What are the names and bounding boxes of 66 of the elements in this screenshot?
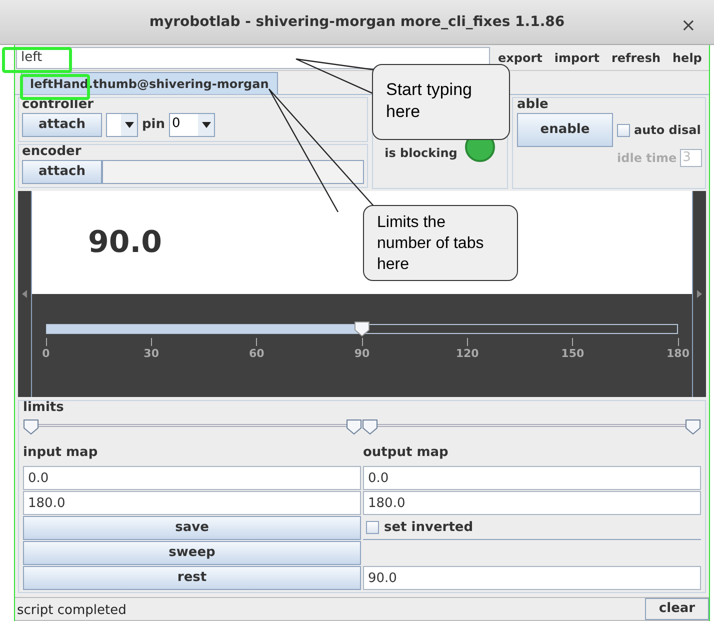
checkbox-label: set inverted (384, 518, 474, 537)
close-button[interactable]: × (680, 12, 696, 39)
output-max-field[interactable]: 180.0 (363, 491, 701, 515)
caret-icon (198, 114, 214, 136)
slider-thumb[interactable] (346, 419, 362, 435)
attach-button[interactable]: attach (22, 160, 102, 184)
input-map-label: input map (23, 444, 99, 462)
sweep-button[interactable]: sweep (23, 541, 361, 565)
save-button[interactable]: save (23, 516, 361, 540)
input-min-field[interactable]: 0.0 (23, 466, 361, 490)
tick-label: 60 (249, 346, 264, 362)
status-text: script completed (16, 602, 126, 620)
encoder-dropdown[interactable] (102, 160, 364, 184)
group-title: able (517, 98, 550, 111)
checkbox[interactable] (366, 521, 379, 534)
clear-button[interactable]: clear (645, 598, 709, 620)
checkbox-label: auto disal (634, 122, 701, 139)
slider-thumb[interactable] (23, 419, 39, 435)
highlight-frame (2, 47, 72, 73)
output-min-field[interactable]: 0.0 (363, 466, 701, 490)
enable-button[interactable]: enable (517, 113, 613, 147)
menu-item[interactable]: import (554, 48, 600, 66)
menu-item[interactable]: help (672, 48, 702, 66)
tick-label: 120 (456, 346, 479, 362)
menu-item[interactable]: refresh (611, 48, 661, 66)
callout: Limits the number of tabs here (363, 205, 518, 281)
tick-label: 90 (354, 346, 370, 362)
rest-button[interactable]: rest (23, 566, 361, 590)
search-field[interactable]: left (16, 46, 490, 68)
pin-label: pin (142, 116, 166, 134)
right-arrow-icon (697, 290, 702, 298)
slider-thumb[interactable] (362, 419, 378, 435)
callout: Start typing here (372, 64, 510, 140)
input-max-field[interactable]: 180.0 (23, 491, 361, 515)
position-reading: 90.0 (88, 224, 162, 262)
window-title: myrobotlab - shivering-morgan more_cli_fixes 1.1.86 (149, 12, 565, 32)
tick-mark (150, 338, 152, 346)
tick-label: 0 (42, 346, 50, 362)
left-arrow-icon (22, 290, 27, 298)
caret-icon (121, 114, 137, 136)
idle-time-label: idle time (617, 150, 677, 167)
tick-mark (256, 338, 258, 346)
group-title: encoder (22, 145, 82, 158)
pin-value: 0 (171, 115, 180, 133)
attach-button[interactable]: attach (22, 113, 102, 137)
tick-label: 180 (666, 346, 690, 362)
checkbox[interactable] (617, 124, 630, 136)
group-title: limits (23, 401, 65, 414)
tick-mark (466, 338, 468, 346)
position-slider[interactable] (46, 324, 678, 334)
blocking-label: is blocking (384, 145, 458, 162)
slider-thumb[interactable] (354, 321, 370, 337)
range-slider[interactable] (23, 417, 362, 437)
slider-thumb[interactable] (685, 419, 701, 435)
menu-item[interactable]: export (498, 48, 542, 66)
output-map-label: output map (363, 444, 450, 462)
group-title: controller (22, 98, 95, 111)
range-slider[interactable] (362, 417, 701, 437)
scroll-right[interactable] (692, 191, 706, 397)
tick-mark (572, 338, 574, 346)
scroll-left[interactable] (18, 191, 32, 397)
tick-label: 150 (561, 346, 584, 362)
tick-label: 30 (144, 346, 159, 362)
rest-field[interactable]: 90.0 (363, 566, 701, 590)
pin-dropdown[interactable]: 0 (169, 113, 216, 137)
controller-dropdown[interactable] (106, 113, 138, 137)
